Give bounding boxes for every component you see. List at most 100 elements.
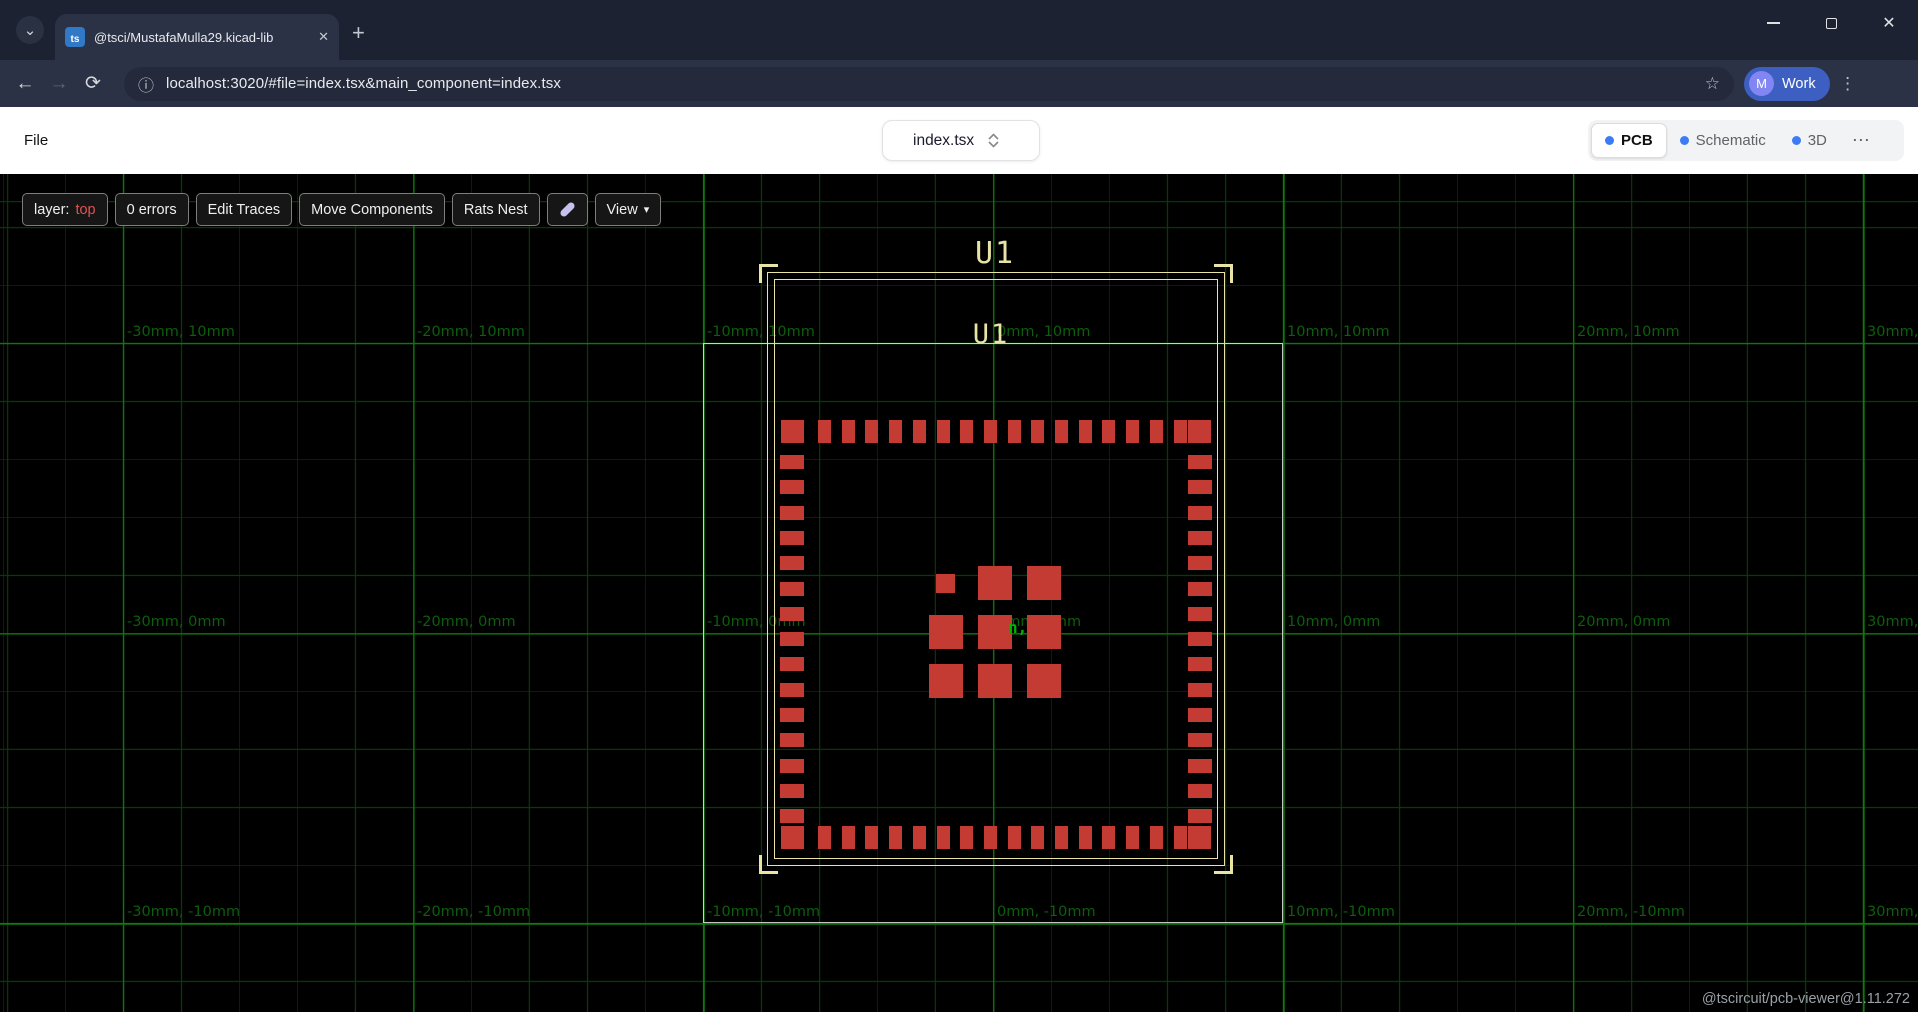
maximize-button[interactable] — [1802, 0, 1860, 46]
smd-pad[interactable] — [1027, 566, 1061, 600]
tab-close-icon[interactable]: ✕ — [318, 29, 329, 45]
smd-pad[interactable] — [1150, 420, 1163, 443]
tab-search-button[interactable]: ⌄ — [16, 16, 44, 44]
browser-tab[interactable]: ts @tsci/MustafaMulla29.kicad-lib ✕ — [55, 14, 339, 60]
smd-pad[interactable] — [937, 420, 950, 443]
smd-pad[interactable] — [818, 420, 831, 443]
minimize-button[interactable] — [1744, 0, 1802, 46]
tab-pcb[interactable]: PCB — [1591, 123, 1667, 158]
smd-pad[interactable] — [1027, 615, 1061, 649]
smd-pad[interactable] — [780, 531, 804, 545]
smd-pad[interactable] — [780, 480, 804, 494]
browser-menu-icon[interactable]: ⋮ — [1830, 74, 1866, 94]
smd-pad[interactable] — [1031, 420, 1044, 443]
smd-pad[interactable] — [1174, 420, 1187, 443]
back-button[interactable]: ← — [8, 73, 42, 95]
new-tab-button[interactable]: + — [352, 22, 365, 44]
smd-pad[interactable] — [984, 420, 997, 443]
smd-pad[interactable] — [1188, 531, 1212, 545]
smd-pad[interactable] — [1188, 826, 1211, 849]
smd-pad[interactable] — [1008, 420, 1021, 443]
smd-pad[interactable] — [1102, 420, 1115, 443]
bookmark-star-icon[interactable]: ☆ — [1705, 74, 1720, 94]
smd-pad[interactable] — [1188, 759, 1212, 773]
smd-pad[interactable] — [1188, 733, 1212, 747]
smd-pad[interactable] — [780, 506, 804, 520]
file-menu[interactable]: File — [24, 132, 48, 149]
file-selector[interactable]: index.tsx — [882, 120, 1040, 161]
smd-pad[interactable] — [865, 420, 878, 443]
smd-pad[interactable] — [780, 809, 804, 823]
smd-pad[interactable] — [1188, 784, 1212, 798]
smd-pad[interactable] — [978, 615, 1012, 649]
smd-pad[interactable] — [889, 420, 902, 443]
smd-pad[interactable] — [1055, 826, 1068, 849]
smd-pad[interactable] — [889, 826, 902, 849]
smd-pad[interactable] — [984, 826, 997, 849]
errors-button[interactable]: 0 errors — [115, 193, 189, 226]
smd-pad[interactable] — [1188, 506, 1212, 520]
smd-pad[interactable] — [1126, 826, 1139, 849]
smd-pad[interactable] — [818, 826, 831, 849]
smd-pad[interactable] — [960, 420, 973, 443]
smd-pad[interactable] — [1188, 657, 1212, 671]
tab-schematic[interactable]: Schematic — [1667, 123, 1779, 158]
smd-pad[interactable] — [1055, 420, 1068, 443]
smd-pad[interactable] — [1188, 809, 1212, 823]
smd-pad[interactable] — [1188, 582, 1212, 596]
smd-pad[interactable] — [780, 657, 804, 671]
smd-pad[interactable] — [1188, 708, 1212, 722]
smd-pad[interactable] — [780, 784, 804, 798]
smd-pad[interactable] — [1188, 480, 1212, 494]
smd-pad[interactable] — [913, 826, 926, 849]
close-window-button[interactable]: ✕ — [1860, 0, 1918, 46]
smd-pad[interactable] — [781, 420, 804, 443]
smd-pad[interactable] — [780, 759, 804, 773]
smd-pad[interactable] — [1188, 556, 1212, 570]
smd-pad[interactable] — [913, 420, 926, 443]
smd-pad[interactable] — [978, 566, 1012, 600]
smd-pad[interactable] — [1150, 826, 1163, 849]
smd-pad[interactable] — [780, 556, 804, 570]
smd-pad[interactable] — [1031, 826, 1044, 849]
smd-pad[interactable] — [936, 574, 955, 593]
smd-pad[interactable] — [1079, 826, 1092, 849]
smd-pad[interactable] — [780, 683, 804, 697]
smd-pad[interactable] — [780, 708, 804, 722]
layer-button[interactable]: layer: top — [22, 193, 108, 226]
smd-pad[interactable] — [929, 664, 963, 698]
pcb-canvas[interactable]: -30mm, 10mm-20mm, 10mm-10mm, 10mm0mm, 10… — [0, 174, 1918, 1012]
move-components-button[interactable]: Move Components — [299, 193, 445, 226]
smd-pad[interactable] — [1126, 420, 1139, 443]
smd-pad[interactable] — [865, 826, 878, 849]
smd-pad[interactable] — [937, 826, 950, 849]
smd-pad[interactable] — [780, 632, 804, 646]
smd-pad[interactable] — [1188, 420, 1211, 443]
smd-pad[interactable] — [780, 607, 804, 621]
smd-pad[interactable] — [1188, 607, 1212, 621]
smd-pad[interactable] — [780, 733, 804, 747]
profile-button[interactable]: M Work — [1744, 67, 1830, 101]
smd-pad[interactable] — [842, 420, 855, 443]
edit-traces-button[interactable]: Edit Traces — [196, 193, 293, 226]
rats-nest-button[interactable]: Rats Nest — [452, 193, 540, 226]
smd-pad[interactable] — [1079, 420, 1092, 443]
tab-3d[interactable]: 3D — [1779, 123, 1840, 158]
more-views-icon[interactable]: ⋯ — [1842, 130, 1880, 151]
smd-pad[interactable] — [1027, 664, 1061, 698]
view-button[interactable]: View ▾ — [595, 193, 662, 226]
smd-pad[interactable] — [842, 826, 855, 849]
smd-pad[interactable] — [1174, 826, 1187, 849]
smd-pad[interactable] — [781, 826, 804, 849]
smd-pad[interactable] — [780, 455, 804, 469]
address-bar[interactable]: ⓘ localhost:3020/#file=index.tsx&main_co… — [124, 67, 1734, 101]
smd-pad[interactable] — [1188, 683, 1212, 697]
smd-pad[interactable] — [780, 582, 804, 596]
smd-pad[interactable] — [1102, 826, 1115, 849]
smd-pad[interactable] — [1188, 455, 1212, 469]
site-info-icon[interactable]: ⓘ — [138, 72, 154, 96]
reload-button[interactable]: ⟳ — [76, 72, 110, 95]
smd-pad[interactable] — [929, 615, 963, 649]
edit-silkscreen-button[interactable] — [547, 193, 588, 226]
smd-pad[interactable] — [978, 664, 1012, 698]
